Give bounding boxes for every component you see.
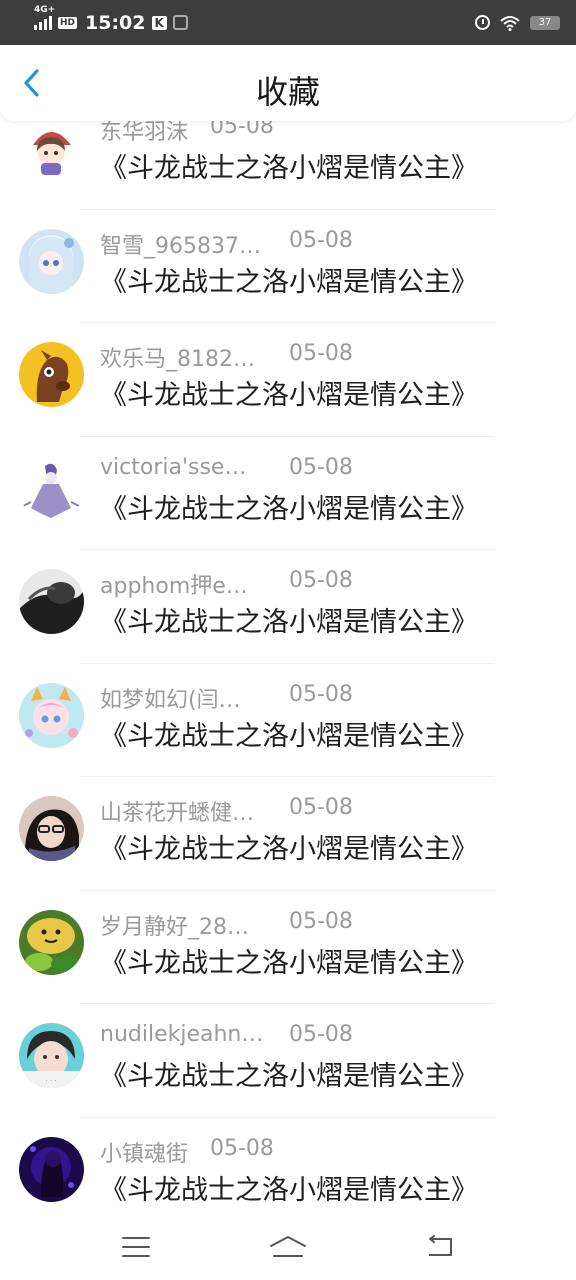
battery-icon: 37 [530, 15, 560, 30]
avatar[interactable] [19, 342, 84, 407]
story-title[interactable]: 《斗龙战士之洛小熠是情公主》 [100, 941, 478, 980]
menu-button[interactable] [113, 1229, 159, 1265]
list-item[interactable]: 山茶花开蟋健… 05-08 《斗龙战士之洛小熠是情公主》 [0, 777, 576, 891]
story-title[interactable]: 《斗龙战士之洛小熠是情公主》 [100, 487, 478, 526]
author-name: 欢乐马_8182… [100, 347, 255, 372]
story-title[interactable]: 《斗龙战士之洛小熠是情公主》 [100, 1054, 478, 1093]
home-button[interactable] [265, 1229, 311, 1265]
list-item[interactable]: victoria'sse… 05-08 《斗龙战士之洛小熠是情公主》 [0, 437, 576, 550]
list-item[interactable]: 如梦如幻(闫… 05-08 《斗龙战士之洛小熠是情公主》 [0, 664, 576, 777]
item-date: 05-08 [289, 908, 353, 934]
author-name: victoria'sse… [100, 454, 247, 480]
avatar[interactable]: · · · [19, 1023, 84, 1088]
author-name: 智雪_965837… [100, 233, 261, 259]
item-date: 05-08 [289, 795, 353, 820]
avatar[interactable] [19, 115, 84, 180]
back-nav-button[interactable] [417, 1229, 463, 1265]
author-name: 如梦如幻(闫… [100, 687, 241, 713]
svg-text:· · ·: · · · [45, 1077, 56, 1085]
nav-header: 收藏 [0, 45, 576, 121]
author-name: apphom押e… [100, 574, 248, 599]
avatar[interactable] [19, 455, 84, 521]
story-title[interactable]: 《斗龙战士之洛小熠是情公主》 [100, 260, 478, 299]
k-app-icon: K [151, 15, 167, 30]
avatar[interactable] [19, 1136, 84, 1202]
story-title[interactable]: 《斗龙战士之洛小熠是情公主》 [100, 600, 478, 639]
story-title[interactable]: 《斗龙战士之洛小熠是情公主》 [100, 1168, 478, 1207]
favorites-list: 东华羽沫 05-08 《斗龙战士之洛小熠是情公主》 智雪_965837… 05-… [0, 96, 576, 1231]
story-title[interactable]: 《斗龙战士之洛小熠是情公主》 [100, 373, 478, 412]
avatar[interactable] [19, 228, 84, 294]
list-item[interactable]: apphom押e… 05-08 《斗龙战士之洛小熠是情公主》 [0, 550, 576, 664]
author-name: 小镇魂街 [100, 1141, 189, 1167]
item-date: 05-08 [289, 454, 353, 480]
item-date: 05-08 [289, 1022, 353, 1047]
story-title[interactable]: 《斗龙战士之洛小熠是情公主》 [100, 827, 478, 866]
avatar[interactable] [19, 909, 84, 975]
menu-icon [122, 1237, 150, 1257]
status-time: 15:02 [85, 11, 146, 34]
list-item[interactable]: 岁月静好_28… 05-08 《斗龙战士之洛小熠是情公主》 [0, 891, 576, 1004]
system-nav-bar [0, 1214, 576, 1280]
item-date: 05-08 [289, 568, 353, 593]
item-date: 05-08 [289, 227, 353, 253]
item-date: 05-08 [210, 1135, 274, 1161]
avatar[interactable] [19, 796, 84, 861]
hd-icon: HD [58, 16, 78, 29]
list-item[interactable]: 欢乐马_8182… 05-08 《斗龙战士之洛小熠是情公主》 [0, 323, 576, 437]
page-title: 收藏 [255, 73, 320, 111]
status-bar: 4G+ HD 15:02 K 37 [0, 0, 576, 45]
author-name: nudilekjeahn… [100, 1022, 264, 1047]
story-title[interactable]: 《斗龙战士之洛小熠是情公主》 [100, 714, 478, 753]
item-date: 05-08 [289, 341, 353, 366]
back-icon [429, 1235, 452, 1256]
home-icon [270, 1236, 306, 1257]
list-item[interactable]: 智雪_965837… 05-08 《斗龙战士之洛小熠是情公主》 [0, 210, 576, 323]
item-date: 05-08 [289, 681, 353, 707]
alarm-icon [475, 15, 490, 30]
story-title[interactable]: 《斗龙战士之洛小熠是情公主》 [100, 146, 478, 185]
wifi-icon [500, 15, 520, 31]
list-item[interactable]: · · · nudilekjeahn… 05-08 《斗龙战士之洛小熠是情公主》 [0, 1004, 576, 1118]
network-type: 4G+ [34, 4, 56, 15]
avatar[interactable] [19, 569, 84, 634]
author-name: 山茶花开蟋健… [100, 801, 255, 826]
avatar[interactable] [19, 682, 84, 748]
app-notification-icon [172, 15, 188, 30]
signal-icon: 4G+ [34, 5, 55, 30]
author-name: 岁月静好_28… [100, 914, 249, 940]
